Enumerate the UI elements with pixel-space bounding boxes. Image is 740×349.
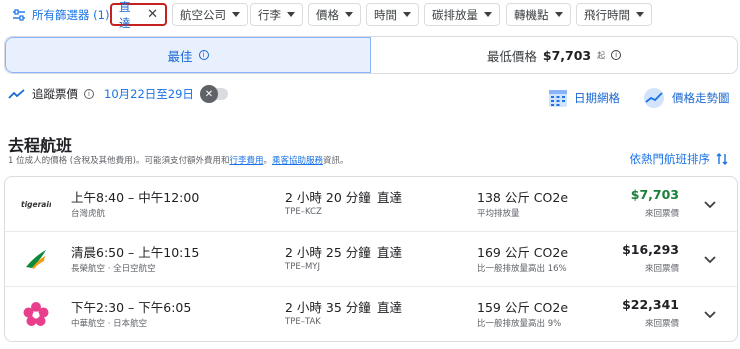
flight-stops: 直達 bbox=[377, 300, 403, 315]
flight-stops: 直達 bbox=[377, 245, 403, 260]
flight-route: TPE–KCZ bbox=[285, 207, 322, 217]
sort-cheapest-tab[interactable]: 最低價格 $7,703 起 i bbox=[371, 37, 737, 73]
caret-down-icon bbox=[484, 12, 492, 17]
price-note: 來回票價 bbox=[644, 319, 679, 329]
china-airlines-logo bbox=[21, 301, 51, 327]
emissions-note: 比一般排放量高出 16% bbox=[477, 264, 567, 274]
chip-label: 價格 bbox=[316, 7, 339, 22]
flight-times: 下午2:30 – 下午6:05 bbox=[71, 300, 192, 315]
emissions-note: 比一般排放量高出 9% bbox=[477, 319, 562, 329]
bag-fees-link[interactable]: 行李費用 bbox=[229, 156, 263, 166]
tigerair-logo: tigerair bbox=[21, 191, 51, 217]
flight-duration: 2 小時 35 分鐘 bbox=[285, 300, 371, 315]
info-icon[interactable]: i bbox=[611, 50, 622, 60]
flight-emissions: 159 公斤 CO2e bbox=[477, 300, 569, 315]
sort-best-tab[interactable]: 最佳 i bbox=[5, 37, 371, 73]
chip-label: 航空公司 bbox=[180, 7, 226, 22]
chip-emissions[interactable]: 碳排放量 bbox=[424, 3, 500, 26]
flight-duration: 2 小時 20 分鐘 bbox=[285, 190, 371, 205]
calendar-grid-icon bbox=[549, 90, 567, 107]
airline-name: 台灣虎航 bbox=[71, 209, 106, 219]
chip-label: 飛行時間 bbox=[584, 7, 630, 22]
flight-duration: 2 小時 25 分鐘 bbox=[285, 245, 371, 260]
date-grid-label: 日期網格 bbox=[574, 91, 620, 105]
chevron-down-icon[interactable] bbox=[703, 197, 717, 211]
flight-route: TPE–TAK bbox=[285, 317, 321, 327]
chip-duration[interactable]: 飛行時間 bbox=[576, 3, 652, 26]
flight-row[interactable]: 下午2:30 – 下午6:05 中華航空 · 日本航空 2 小時 35 分鐘 T… bbox=[5, 287, 737, 341]
emissions-note: 平均排放量 bbox=[477, 209, 520, 219]
chip-label: 時間 bbox=[374, 7, 397, 22]
caret-down-icon bbox=[554, 12, 563, 17]
tune-icon bbox=[13, 9, 25, 21]
chevron-down-icon[interactable] bbox=[703, 252, 717, 266]
all-filters-button[interactable]: 所有篩選器 (1) bbox=[12, 4, 109, 26]
sort-toggle: 最佳 i 最低價格 $7,703 起 i bbox=[4, 36, 738, 74]
flight-row[interactable]: 清晨6:50 – 上午10:15 長榮航空 · 全日空航空 2 小時 25 分鐘… bbox=[5, 232, 737, 287]
all-filters-label: 所有篩選器 (1) bbox=[32, 8, 110, 22]
chevron-down-icon[interactable] bbox=[703, 307, 717, 321]
sort-best-label: 最佳 bbox=[167, 48, 193, 64]
flight-price: $16,293 bbox=[622, 242, 679, 257]
chip-connecting-airports[interactable]: 轉機點 bbox=[506, 3, 571, 26]
flight-price: $22,341 bbox=[622, 297, 679, 312]
caret-down-icon bbox=[345, 12, 353, 17]
sort-by-button[interactable]: 依熱門航班排序 bbox=[630, 151, 729, 167]
flight-price: $7,703 bbox=[630, 187, 679, 202]
eva-air-logo bbox=[21, 246, 51, 272]
flight-stops: 直達 bbox=[377, 190, 403, 205]
flight-times: 上午8:40 – 中午12:00 bbox=[71, 190, 200, 205]
airline-name: 長榮航空 · 全日空航空 bbox=[71, 264, 156, 274]
filter-bar: 所有篩選器 (1) 直達 ✕ 航空公司 行李 價格 時間 碳排放量 轉機點 飛行… bbox=[0, 0, 740, 30]
note-prefix: 1 位成人的價格 (含稅及其他費用)。可能須支付額外費用和 bbox=[8, 156, 230, 166]
chip-label: 轉機點 bbox=[514, 7, 549, 22]
sort-by-label: 依熱門航班排序 bbox=[629, 152, 711, 166]
chip-nonstop-label: 直達 bbox=[119, 0, 131, 30]
cheapest-price-unit: 起 bbox=[597, 50, 606, 60]
info-icon[interactable]: i bbox=[198, 50, 209, 60]
track-prices-label: 追蹤票價 bbox=[32, 87, 78, 101]
price-note: 來回票價 bbox=[644, 209, 679, 219]
page-title: 去程航班 bbox=[8, 136, 73, 155]
price-note: 1 位成人的價格 (含稅及其他費用)。可能須支付額外費用和行李費用。乘客協助服務… bbox=[8, 154, 349, 166]
sort-arrows-icon bbox=[716, 153, 728, 165]
flight-times: 清晨6:50 – 上午10:15 bbox=[71, 245, 200, 260]
flight-row[interactable]: tigerair 上午8:40 – 中午12:00 台灣虎航 2 小時 20 分… bbox=[5, 177, 737, 232]
note-suffix: 資訊。 bbox=[323, 156, 349, 166]
flight-emissions: 169 公斤 CO2e bbox=[477, 245, 569, 260]
price-note: 來回票價 bbox=[644, 264, 679, 274]
flight-list: tigerair 上午8:40 – 中午12:00 台灣虎航 2 小時 20 分… bbox=[4, 176, 738, 342]
svg-text:tigerair: tigerair bbox=[21, 200, 51, 209]
sort-cheapest-label: 最低價格 bbox=[486, 48, 537, 64]
chip-times[interactable]: 時間 bbox=[366, 3, 419, 26]
info-icon[interactable]: i bbox=[84, 89, 94, 99]
trending-icon bbox=[8, 89, 25, 99]
flight-emissions: 138 公斤 CO2e bbox=[477, 190, 569, 205]
airline-name: 中華航空 · 日本航空 bbox=[71, 319, 148, 329]
price-graph-button[interactable]: 價格走勢圖 bbox=[642, 86, 730, 110]
caret-down-icon bbox=[403, 12, 411, 17]
caret-down-icon bbox=[232, 12, 240, 17]
track-prices: 追蹤票價 i 10月22日至29日 ✕ bbox=[8, 84, 228, 104]
close-icon: ✕ bbox=[199, 85, 218, 103]
track-dates: 10月22日至29日 bbox=[104, 87, 194, 101]
cheapest-price: $7,703 bbox=[542, 47, 592, 63]
note-mid: 。 bbox=[263, 156, 272, 166]
date-grid-button[interactable]: 日期網格 bbox=[548, 86, 620, 110]
price-graph-label: 價格走勢圖 bbox=[672, 91, 730, 105]
price-graph-icon bbox=[644, 88, 664, 108]
caret-down-icon bbox=[636, 12, 644, 17]
track-prices-toggle[interactable]: ✕ bbox=[199, 85, 228, 103]
chip-nonstop[interactable]: 直達 ✕ bbox=[110, 0, 167, 30]
chip-label: 行李 bbox=[258, 7, 281, 22]
close-icon[interactable]: ✕ bbox=[147, 7, 158, 22]
chip-price[interactable]: 價格 bbox=[308, 3, 361, 26]
chip-bags[interactable]: 行李 bbox=[250, 3, 303, 26]
assistance-link[interactable]: 乘客協助服務 bbox=[272, 156, 323, 166]
chip-airlines[interactable]: 航空公司 bbox=[172, 3, 248, 26]
caret-down-icon bbox=[287, 12, 295, 17]
chip-label: 碳排放量 bbox=[432, 7, 478, 22]
flight-route: TPE–MYJ bbox=[285, 262, 320, 272]
